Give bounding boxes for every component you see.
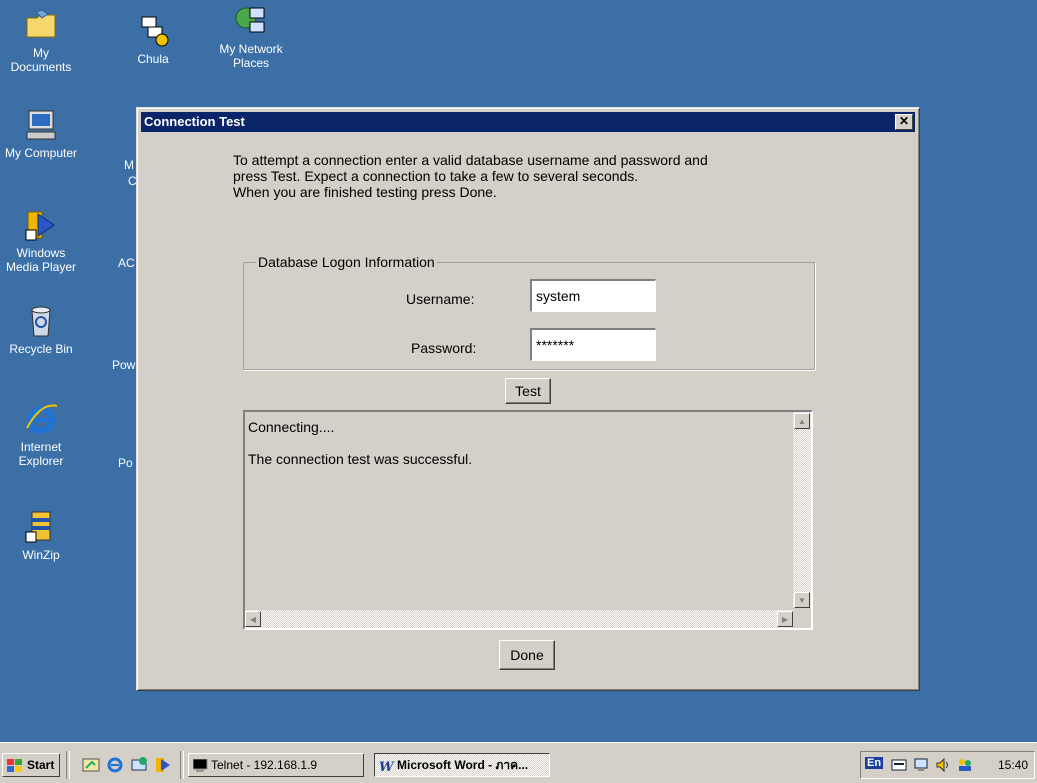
system-tray: En 15:40 — [860, 751, 1035, 779]
partial-icon-label: M — [124, 158, 134, 172]
desktop-icon-chula[interactable]: Chula — [116, 14, 190, 66]
volume-icon[interactable] — [935, 757, 951, 776]
clock: 15:40 — [997, 758, 1028, 772]
partial-icon-label: Pow — [112, 358, 136, 372]
icon-label: My Documents — [10, 46, 72, 74]
desktop-icon-my-documents[interactable]: My Documents — [4, 8, 78, 74]
scroll-left-button[interactable]: ◀ — [245, 611, 261, 627]
folder-icon — [24, 8, 58, 42]
output-line: The connection test was successful. — [248, 451, 473, 467]
icon-label: Recycle Bin — [9, 342, 73, 356]
desktop-icon-recycle-bin[interactable]: Recycle Bin — [4, 304, 78, 356]
desktop-icon-internet-explorer[interactable]: Internet Explorer — [4, 402, 78, 468]
internet-explorer-quicklaunch-icon[interactable] — [106, 756, 124, 774]
icon-label: Internet Explorer — [18, 440, 64, 468]
intro-line: When you are finished testing press Done… — [233, 184, 497, 200]
globe-network-icon — [234, 4, 268, 38]
vertical-scrollbar[interactable]: ▲ ▼ — [793, 412, 811, 608]
media-player-icon — [24, 208, 58, 242]
network-tray-icon[interactable] — [913, 757, 929, 776]
icon-label: My Network Places — [219, 42, 283, 70]
network-computer-icon — [136, 14, 170, 48]
keyboard-icon[interactable] — [891, 757, 907, 776]
media-player-quicklaunch-icon[interactable] — [154, 756, 172, 774]
scrollbar-corner — [793, 610, 811, 628]
task-label: Microsoft Word - ภาค... — [397, 758, 529, 772]
desktop-icon-winzip[interactable]: WinZip — [4, 510, 78, 562]
icon-label: Chula — [137, 52, 169, 66]
connection-test-window: Connection Test ✕ To attempt a connectio… — [136, 107, 920, 691]
outlook-express-icon[interactable] — [130, 756, 148, 774]
taskbar-separator — [180, 751, 184, 779]
window-title: Connection Test — [144, 114, 245, 129]
winzip-icon — [24, 510, 58, 544]
partial-icon-label: AC — [118, 256, 135, 270]
password-label: Password: — [411, 340, 477, 356]
word-icon: W — [379, 758, 395, 776]
telnet-icon — [192, 758, 209, 776]
intro-text: To attempt a connection enter a valid da… — [233, 152, 708, 200]
intro-line: To attempt a connection enter a valid da… — [233, 152, 708, 168]
start-button[interactable]: Start — [2, 753, 60, 777]
close-icon: ✕ — [898, 114, 910, 128]
recycle-bin-icon — [24, 304, 58, 338]
output-area[interactable]: Connecting.... The connection test was s… — [243, 410, 813, 630]
show-desktop-icon[interactable] — [82, 756, 100, 774]
database-logon-group: Database Logon Information Username: Pas… — [243, 254, 815, 370]
taskbar: Start Telnet - 192.168.1.9 W Microsoft W… — [0, 742, 1037, 783]
task-telnet[interactable]: Telnet - 192.168.1.9 — [188, 753, 364, 777]
horizontal-scrollbar[interactable]: ◀ ▶ — [245, 610, 793, 628]
internet-explorer-icon — [24, 402, 58, 436]
username-field[interactable] — [530, 279, 656, 312]
users-icon[interactable] — [957, 757, 973, 776]
start-label: Start — [27, 758, 55, 772]
icon-label: WinZip — [22, 548, 60, 562]
desktop-icon-my-computer[interactable]: My Computer — [4, 108, 78, 160]
computer-icon — [24, 108, 58, 142]
language-indicator[interactable]: En — [865, 757, 884, 769]
partial-icon-label: Po — [118, 456, 133, 470]
icon-label: My Computer — [4, 146, 78, 160]
windows-logo-icon — [7, 758, 23, 772]
group-title: Database Logon Information — [256, 254, 437, 270]
desktop-icon-my-network-places[interactable]: My Network Places — [214, 4, 288, 70]
close-button[interactable]: ✕ — [895, 114, 913, 130]
scroll-right-button[interactable]: ▶ — [777, 611, 793, 627]
taskbar-separator — [66, 751, 70, 779]
username-label: Username: — [406, 291, 475, 307]
scroll-down-button[interactable]: ▼ — [794, 592, 810, 608]
done-button[interactable]: Done — [499, 640, 555, 670]
test-button[interactable]: Test — [505, 378, 551, 404]
task-microsoft-word[interactable]: W Microsoft Word - ภาค... — [374, 753, 550, 777]
title-bar[interactable]: Connection Test ✕ — [141, 112, 915, 132]
svg-text:W: W — [379, 760, 395, 773]
scroll-up-button[interactable]: ▲ — [794, 413, 810, 429]
icon-label: Windows Media Player — [5, 246, 77, 274]
password-field[interactable] — [530, 328, 656, 361]
output-text: Connecting.... The connection test was s… — [248, 419, 472, 483]
desktop-icon-windows-media-player[interactable]: Windows Media Player — [4, 208, 78, 274]
task-label: Telnet - 192.168.1.9 — [211, 758, 318, 772]
output-line: Connecting.... — [248, 419, 335, 435]
intro-line: press Test. Expect a connection to take … — [233, 168, 639, 184]
